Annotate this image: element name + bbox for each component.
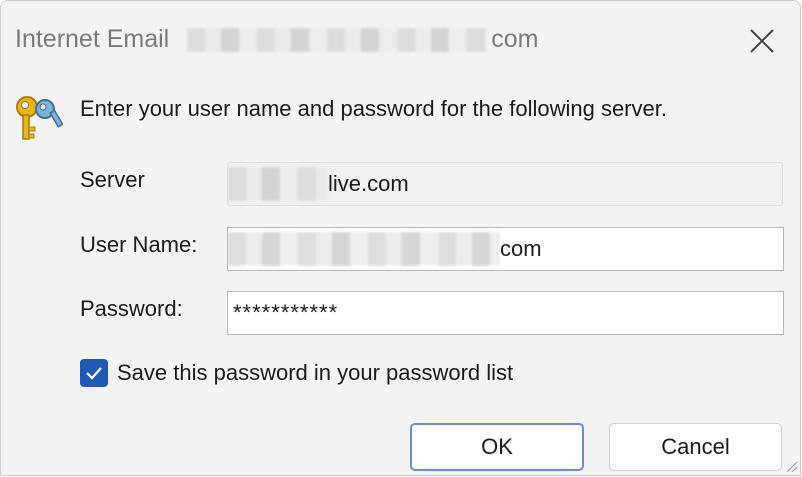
title-bar[interactable]: Internet Email com [1,1,800,81]
save-password-label: Save this password in your password list [117,360,514,385]
server-value: live.com [328,171,409,196]
redacted-region [228,232,500,266]
redacted-region [187,27,488,52]
close-icon [750,29,774,53]
key-icon [16,96,63,140]
server-field: live.com [227,162,783,206]
username-input[interactable]: com [227,227,784,271]
save-password-checkbox[interactable] [80,359,108,387]
window-title: Internet Email com [15,25,538,54]
save-password-option[interactable]: Save this password in your password list [80,359,513,387]
title-prefix: Internet Email [15,25,170,53]
resize-grip-icon[interactable] [784,459,798,473]
username-label: User Name: [80,232,198,257]
password-label: Password: [80,296,183,321]
instruction-text: Enter your user name and password for th… [80,96,667,121]
password-input[interactable]: *********** [227,291,784,335]
password-value: *********** [233,300,339,325]
username-value: com [500,236,542,261]
checkmark-icon [86,367,102,380]
redacted-region [228,167,328,201]
server-label: Server [80,167,145,192]
close-button[interactable] [744,23,780,59]
cancel-button[interactable]: Cancel [609,423,782,471]
title-suffix: com [491,25,539,53]
credentials-dialog: Internet Email com Enter your user name … [0,0,801,476]
ok-button[interactable]: OK [410,423,584,471]
